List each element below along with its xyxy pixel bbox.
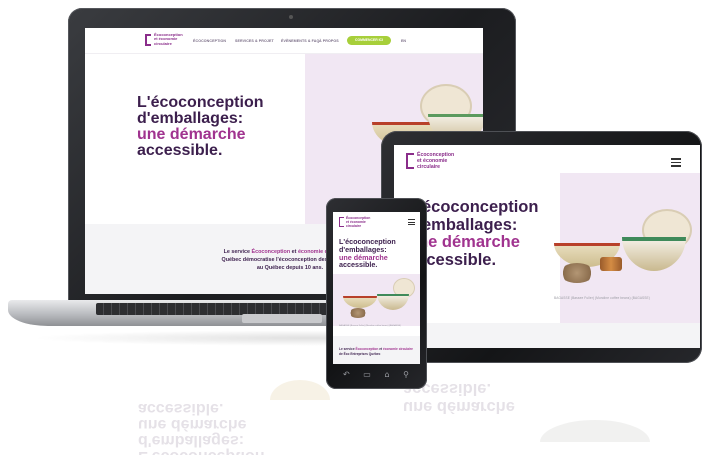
home-icon[interactable]: ⌂ <box>384 370 389 380</box>
search-icon[interactable]: ⚲ <box>403 370 409 380</box>
nav-item-ecoconception[interactable]: ÉCOCONCEPTION <box>193 39 226 43</box>
laptop-hero-reflection: L'écoconception d'emballages: une démarc… <box>138 400 264 455</box>
nav-item-events[interactable]: ÉVÈNEMENTS & FAQ <box>281 39 319 43</box>
logo-bracket-icon <box>406 153 414 169</box>
laptop-touchpad <box>242 314 322 323</box>
site-logo[interactable]: Écoconception et économie circulaire <box>339 216 373 230</box>
tablet-screen: Écoconception et économie circulaire L'é… <box>394 145 700 348</box>
logo-text: Écoconception et économie circulaire <box>346 216 371 228</box>
laptop-camera <box>289 15 293 19</box>
logo-bracket-icon <box>339 217 344 227</box>
nav-item-about[interactable]: À PROPOS <box>319 39 339 43</box>
logo-text: Écoconception et économie circulaire <box>417 152 455 170</box>
raw-fiber <box>349 308 367 318</box>
hero-title: L'écoconception d'emballages: une démarc… <box>339 237 396 270</box>
raw-fiber <box>560 263 594 283</box>
product-reflection <box>540 420 650 442</box>
cork-roll <box>600 257 622 271</box>
hero-title: L'écoconception d'emballages: une démarc… <box>137 94 264 159</box>
site-logo[interactable]: Écoconception et économie circulaire <box>406 151 456 173</box>
intro-section <box>394 323 700 348</box>
logo-text: Écoconception et économie circulaire <box>154 32 183 46</box>
phone-nav-bar: ↶ ▭ ⌂ ⚲ <box>343 370 409 380</box>
phone-screen: Écoconception et économie circulaire L'é… <box>333 212 420 364</box>
back-icon[interactable]: ↶ <box>343 370 350 380</box>
logo-bracket-icon <box>145 34 151 46</box>
product-reflection <box>270 380 330 400</box>
nav-item-services[interactable]: SERVICES & PROJET <box>235 39 274 43</box>
intro-text: Le service Écoconception et économie cir… <box>339 347 413 356</box>
menu-icon[interactable]: ▭ <box>363 370 371 380</box>
photo-credit: BAGASSE (Bassee Fuller) (Mundine coffee … <box>339 325 401 327</box>
hamburger-menu-icon[interactable] <box>408 219 415 225</box>
site-header: Écoconception et économie circulaire ÉCO… <box>85 28 483 54</box>
photo-credit: BAGASSE (Bassee Fuller) (Mundine coffee … <box>554 296 650 300</box>
cta-button[interactable]: COMMENCER ICI <box>347 36 391 45</box>
hamburger-menu-icon[interactable] <box>671 158 681 167</box>
hero-title: L'écoconception d'emballages: une démarc… <box>408 198 539 269</box>
site-logo[interactable]: Écoconception et économie circulaire <box>145 32 183 48</box>
language-switch[interactable]: EN <box>401 39 406 43</box>
